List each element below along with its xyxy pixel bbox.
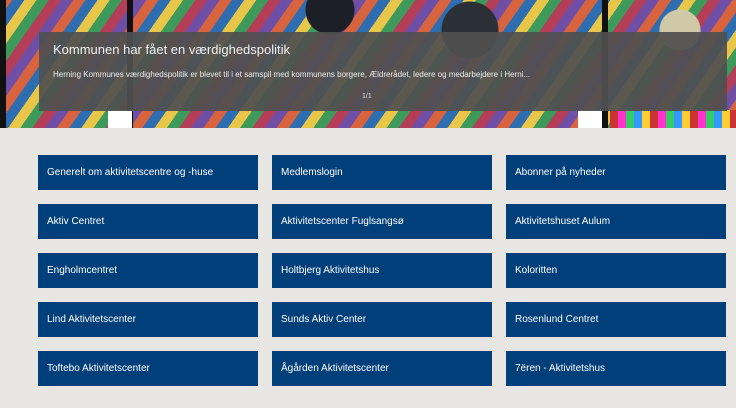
tile-aulum[interactable]: Aktivitetshuset Aulum — [506, 204, 726, 239]
tile-fuglsangso[interactable]: Aktivitetscenter Fuglsangsø — [272, 204, 492, 239]
photo-frame-post — [0, 0, 6, 128]
tile-agarden[interactable]: Ågården Aktivitetscenter — [272, 351, 492, 386]
tile-holtbjerg[interactable]: Holtbjerg Aktivitetshus — [272, 253, 492, 288]
tile-lind[interactable]: Lind Aktivitetscenter — [38, 302, 258, 337]
tile-koloritten[interactable]: Koloritten — [506, 253, 726, 288]
link-tile-grid: Generelt om aktivitetscentre og -huse Me… — [38, 155, 726, 386]
news-title[interactable]: Kommunen har fået en værdighedspolitik — [53, 42, 290, 57]
tile-sunds[interactable]: Sunds Aktiv Center — [272, 302, 492, 337]
carousel-pager: 1/1 — [362, 93, 372, 100]
news-description: Herning Kommunes værdighedspolitik er bl… — [53, 70, 531, 79]
tile-rosenlund[interactable]: Rosenlund Centret — [506, 302, 726, 337]
tile-medlemslogin[interactable]: Medlemslogin — [272, 155, 492, 190]
tile-aktiv-centret[interactable]: Aktiv Centret — [38, 204, 258, 239]
photo-detail — [108, 110, 132, 128]
tile-generelt[interactable]: Generelt om aktivitetscentre og -huse — [38, 155, 258, 190]
tile-toftebo[interactable]: Toftebo Aktivitetscenter — [38, 351, 258, 386]
tile-engholmcentret[interactable]: Engholmcentret — [38, 253, 258, 288]
tile-7eren[interactable]: 7ëren - Aktivitetshus — [506, 351, 726, 386]
hero-banner-image: Kommunen har fået en værdighedspolitik H… — [0, 0, 736, 128]
photo-detail — [610, 110, 736, 128]
photo-detail — [578, 110, 602, 128]
news-carousel-panel[interactable]: Kommunen har fået en værdighedspolitik H… — [39, 32, 727, 111]
tile-abonner[interactable]: Abonner på nyheder — [506, 155, 726, 190]
